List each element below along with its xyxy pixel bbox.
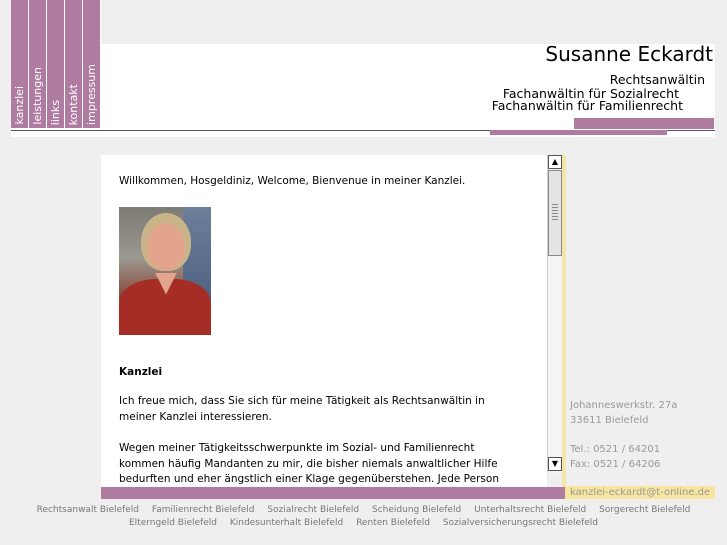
address-tel: Tel.: 0521 / 64201 <box>570 444 661 455</box>
nav-item-impressum[interactable]: impressum <box>83 0 100 128</box>
footer-links-row2: Elterngeld Bielefeld Kindesunterhalt Bie… <box>0 518 727 528</box>
contact-address: Johanneswerkstr. 27a 33611 Bielefeld Tel… <box>570 399 677 472</box>
nav-item-label: links <box>49 99 62 125</box>
email-link[interactable]: kanzlei-eckardt@t-online.de <box>570 487 710 499</box>
nav-item-label: kanzlei <box>13 86 26 125</box>
nav-item-label: leistungen <box>31 67 44 125</box>
nav-item-label: impressum <box>85 64 98 125</box>
bottom-accent-bar <box>101 487 565 499</box>
side-accent-strip <box>562 155 566 489</box>
brand-title-line3: Fachanwältin für Familienrecht <box>491 98 683 113</box>
content-text: Willkommen, Hosgeldiniz, Welcome, Bienve… <box>119 174 504 487</box>
nav-item-label: kontakt <box>67 83 80 125</box>
address-street: Johanneswerkstr. 27a <box>570 400 678 411</box>
paragraph: Ich freue mich, dass Sie sich für meine … <box>119 395 485 423</box>
scroll-down-icon[interactable]: ▼ <box>548 457 562 471</box>
paragraph: Wegen meiner Tätigkeitsschwerpunkte im S… <box>119 442 499 485</box>
nav-item-kontakt[interactable]: kontakt <box>65 0 82 128</box>
header-accent-bar <box>574 118 714 129</box>
brand-title-line1: Rechtsanwältin <box>609 72 705 87</box>
scroll-up-icon[interactable]: ▲ <box>548 155 562 169</box>
content-panel: Willkommen, Hosgeldiniz, Welcome, Bienve… <box>101 155 547 487</box>
footer-link[interactable]: Kindesunterhalt Bielefeld <box>230 518 343 528</box>
header-accent-bar-lower <box>490 130 667 135</box>
footer-link[interactable]: Renten Bielefeld <box>356 518 430 528</box>
footer-link[interactable]: Familienrecht Bielefeld <box>152 505 255 515</box>
nav-item-leistungen[interactable]: leistungen <box>29 0 46 128</box>
footer-link[interactable]: Scheidung Bielefeld <box>372 505 461 515</box>
portrait-photo <box>119 206 211 335</box>
footer-links-row1: Rechtsanwalt Bielefeld Familienrecht Bie… <box>0 505 727 515</box>
brand-name: Susanne Eckardt <box>545 42 713 66</box>
welcome-text: Willkommen, Hosgeldiniz, Welcome, Bienve… <box>119 175 466 187</box>
footer-link[interactable]: Sozialversicherungsrecht Bielefeld <box>443 518 598 528</box>
content-scrollbar[interactable]: ▲ ▼ <box>547 155 562 473</box>
footer-link[interactable]: Rechtsanwalt Bielefeld <box>37 505 139 515</box>
grip-icon <box>552 204 558 222</box>
section-title: Kanzlei <box>119 365 163 378</box>
nav-item-kanzlei[interactable]: kanzlei <box>11 0 28 128</box>
footer-link[interactable]: Unterhaltsrecht Bielefeld <box>474 505 586 515</box>
footer-link[interactable]: Elterngeld Bielefeld <box>129 518 217 528</box>
footer-link[interactable]: Sozialrecht Bielefeld <box>267 505 359 515</box>
address-fax: Fax: 0521 / 64206 <box>570 458 661 470</box>
footer-link[interactable]: Sorgerecht Bielefeld <box>599 505 690 515</box>
scrollbar-thumb[interactable] <box>548 170 562 256</box>
address-city: 33611 Bielefeld <box>570 414 649 426</box>
nav-item-links[interactable]: links <box>47 0 64 128</box>
